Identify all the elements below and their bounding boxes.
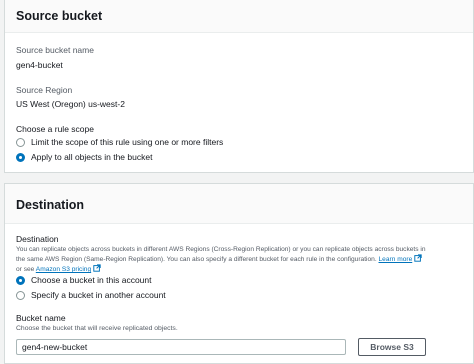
bucket-name-hint: Choose the bucket that will receive repl… <box>16 325 178 332</box>
source-bucket-panel: Source bucket Source bucket name gen4-bu… <box>4 0 474 173</box>
source-bucket-name-value: gen4-bucket <box>16 60 63 70</box>
source-region-value: US West (Oregon) us-west-2 <box>16 99 125 109</box>
scope-filters-radio[interactable] <box>16 137 25 147</box>
destination-header: Destination <box>5 184 473 224</box>
destination-description-or: or see <box>16 266 35 273</box>
scope-all-radio[interactable] <box>16 152 25 162</box>
another-account-radio[interactable] <box>16 290 25 300</box>
bucket-name-input[interactable] <box>16 339 346 355</box>
destination-panel: Destination Destination You can replicat… <box>4 183 474 364</box>
source-bucket-title: Source bucket <box>16 9 103 23</box>
source-region-label: Source Region <box>16 85 73 95</box>
destination-description: You can replicate objects across buckets… <box>16 245 462 274</box>
browse-s3-button[interactable]: Browse S3 <box>358 338 426 356</box>
destination-description-line2: the same AWS Region (Same-Region Replica… <box>16 254 462 264</box>
destination-option-another-account[interactable]: Specify a bucket in another account <box>16 289 166 301</box>
another-account-label: Specify a bucket in another account <box>31 290 166 300</box>
destination-label: Destination <box>16 234 59 244</box>
s3-pricing-link[interactable]: Amazon S3 pricing <box>36 266 91 273</box>
scope-option-filters[interactable]: Limit the scope of this rule using one o… <box>16 136 223 148</box>
destination-description-line3: or see Amazon S3 pricing <box>16 264 462 274</box>
rule-scope-label: Choose a rule scope <box>16 124 94 134</box>
scope-filters-label: Limit the scope of this rule using one o… <box>31 137 224 147</box>
destination-description-line1: You can replicate objects across buckets… <box>16 246 426 253</box>
scope-all-label: Apply to all objects in the bucket <box>31 152 153 162</box>
scope-option-all-objects[interactable]: Apply to all objects in the bucket <box>16 151 152 163</box>
this-account-radio[interactable] <box>16 275 25 285</box>
source-bucket-header: Source bucket <box>5 0 473 33</box>
destination-option-this-account[interactable]: Choose a bucket in this account <box>16 274 152 286</box>
this-account-label: Choose a bucket in this account <box>31 275 152 285</box>
bucket-name-row: Browse S3 <box>5 338 473 356</box>
destination-title: Destination <box>16 198 85 212</box>
learn-more-link[interactable]: Learn more <box>379 256 413 263</box>
destination-description-line2-text: the same AWS Region (Same-Region Replica… <box>16 256 377 263</box>
bucket-name-label: Bucket name <box>16 313 66 323</box>
source-bucket-name-label: Source bucket name <box>16 45 94 55</box>
external-link-icon[interactable] <box>93 264 101 272</box>
external-link-icon[interactable] <box>414 254 422 262</box>
